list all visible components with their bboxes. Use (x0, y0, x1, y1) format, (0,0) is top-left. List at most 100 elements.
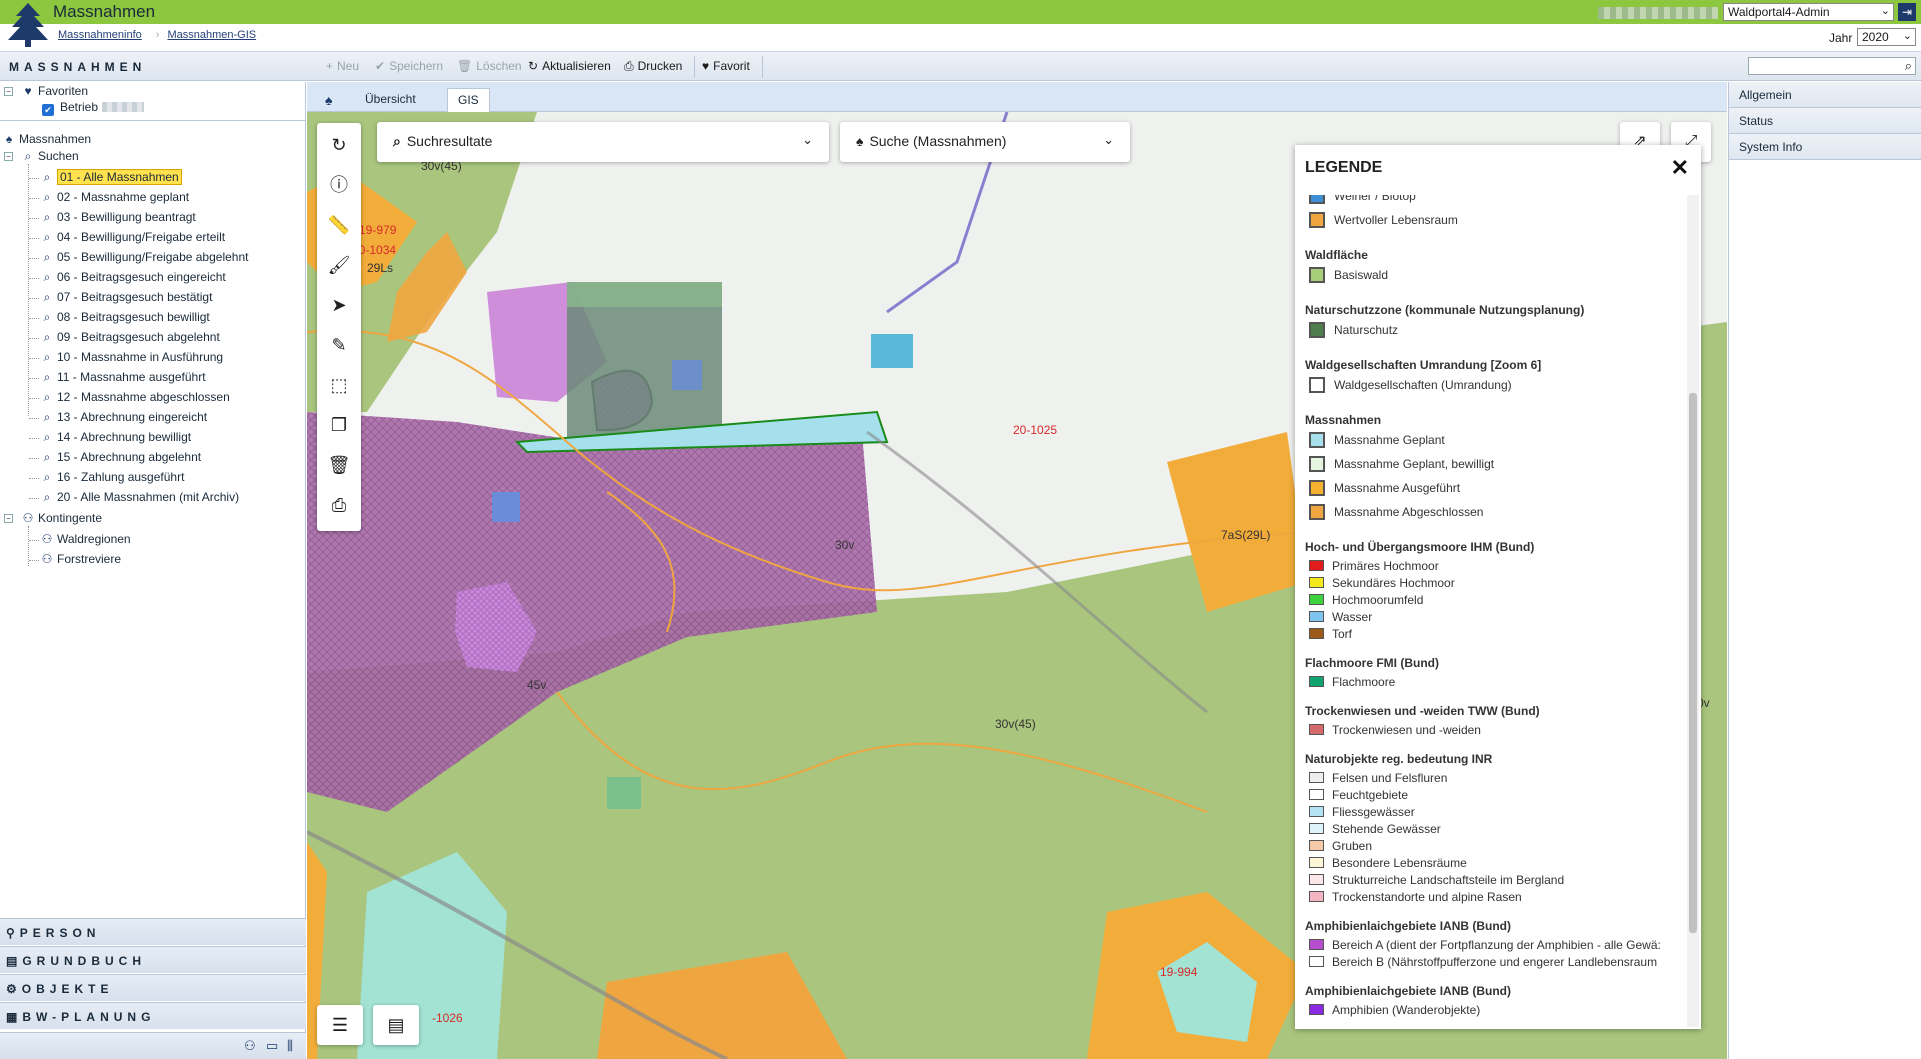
logout-button[interactable]: ⇥ (1898, 3, 1916, 21)
copy-shape-icon[interactable]: ❐ (317, 405, 361, 445)
tree-search-item[interactable]: ⌕ 14 - Abrechnung bewilligt (40, 430, 191, 445)
layers-icon[interactable]: ☰ (317, 1005, 363, 1045)
heart-icon: ♥ (24, 84, 32, 98)
measure-search-dropdown[interactable]: ♠ Suche (Massnahmen) ⌄ (840, 122, 1130, 162)
tree-small-icon: ♠ (325, 92, 333, 108)
tree-suchen[interactable]: ⌕ Suchen (21, 149, 79, 164)
tree-kontingente[interactable]: ⚇ Kontingente (21, 511, 102, 525)
legend-group-heading: Trockenwiesen und -weiden TWW (Bund) (1305, 704, 1540, 718)
app-header: Massnahmen Massnahmeninfo › Massnahmen-GIS… (0, 0, 1921, 49)
tree-search-item[interactable]: ⌕ 10 - Massnahme in Ausführung (40, 350, 223, 365)
tree-search-item[interactable]: ⌕ 01 - Alle Massnahmen (40, 169, 182, 185)
gis-map[interactable]: 30v(45) 19-979 20-1034 29Ls 20-1025 30v … (307, 112, 1727, 1059)
pencil-icon[interactable]: ✎ (317, 325, 361, 365)
right-panel-status[interactable]: Status (1729, 108, 1921, 134)
polygon-select-icon[interactable]: ⬚ (317, 365, 361, 405)
search-icon[interactable]: ⌕ (1905, 58, 1912, 74)
tree-search-item[interactable]: ⌕ 06 - Beitragsgesuch eingereicht (40, 270, 226, 285)
legend-scrollbar-thumb[interactable] (1689, 393, 1697, 933)
favorite-button[interactable]: ♥ Favorit (702, 59, 750, 73)
ruler-icon[interactable]: 📏 (317, 205, 361, 245)
tree-connector (29, 178, 39, 179)
accordion-person[interactable]: ⚲PERSON (0, 918, 306, 945)
legend-scrollbar[interactable] (1687, 195, 1699, 1027)
people-icon: ⚇ (22, 511, 34, 525)
tree-search-item[interactable]: ⌕ 11 - Massnahme ausgeführt (40, 370, 206, 385)
tree-search-item[interactable]: ⌕ 15 - Abrechnung abgelehnt (40, 450, 202, 465)
legend-group-heading: Massnahmen (1305, 413, 1382, 427)
pointer-icon[interactable]: ➤ (317, 285, 361, 325)
favorites-collapse-toggle[interactable]: − (4, 87, 13, 96)
tree-connector (29, 418, 39, 419)
tree-search-item[interactable]: ⌕ 03 - Bewilligung beantragt (40, 210, 196, 225)
right-panel-system-info[interactable]: System Info (1729, 134, 1921, 160)
legend-item: Wasser (1309, 610, 1372, 624)
monitor-icon[interactable]: ▭ (266, 1038, 278, 1054)
tree-search-item[interactable]: ⌕ 16 - Zahlung ausgeführt (40, 470, 185, 485)
tree-small-icon: ♠ (5, 132, 13, 146)
legend-item-label: Bereich B (Nährstoffpufferzone und enger… (1332, 955, 1658, 969)
tree-search-item[interactable]: ⌕ 05 - Bewilligung/Freigabe abgelehnt (40, 250, 249, 265)
accordion-bw-planung-label: BW-PLANUNG (22, 1010, 156, 1024)
tree-root-massnahmen[interactable]: ♠ Massnahmen (2, 132, 91, 146)
legend-item: Primäres Hochmoor (1309, 559, 1439, 573)
tab-home[interactable]: ♠ (317, 88, 340, 112)
legend-swatch (1309, 195, 1325, 204)
tree-favorite-betrieb-label: Betrieb (60, 100, 99, 114)
tab-uebersicht[interactable]: Übersicht (355, 88, 426, 112)
legend-group-heading: Amphibienlaichgebiete IANB (Bund) (1305, 984, 1512, 998)
tree-search-item-label: 12 - Massnahme abgeschlossen (57, 390, 230, 404)
tree-favorite-betrieb[interactable]: ✔ Betrieb (42, 100, 145, 116)
tree-search-item[interactable]: ⌕ 07 - Beitragsgesuch bestätigt (40, 290, 213, 305)
close-icon[interactable]: ✕ (1671, 155, 1689, 181)
legend-item: Massnahme Geplant, bewilligt (1309, 456, 1494, 472)
refresh-icon[interactable]: ↻ (317, 125, 361, 165)
tab-gis[interactable]: GIS (447, 88, 490, 112)
delete-button[interactable]: 🗑 Löschen (457, 59, 522, 73)
tree-search-item[interactable]: ⌕ 09 - Beitragsgesuch abgelehnt (40, 330, 220, 345)
tree-search-item[interactable]: ⌕ 08 - Beitragsgesuch bewilligt (40, 310, 210, 325)
tree-connector (29, 238, 39, 239)
tree-search-item[interactable]: ⌕ 13 - Abrechnung eingereicht (40, 410, 207, 425)
accordion-grundbuch[interactable]: ▤GRUNDBUCH (0, 946, 306, 973)
accordion-objekte[interactable]: ⚙OBJEKTE (0, 974, 306, 1001)
legend-item: Massnahme Abgeschlossen (1309, 504, 1483, 520)
legend-item: Felsen und Felsfluren (1309, 771, 1447, 785)
brush-icon[interactable]: 🖌 (317, 245, 361, 285)
save-button[interactable]: ✔ Speichern (375, 59, 443, 73)
checkbox-checked-icon[interactable]: ✔ (42, 104, 54, 116)
tree-search-item-label: 07 - Beitragsgesuch bestätigt (57, 290, 213, 304)
tree-favorites[interactable]: ♥ Favoriten (21, 84, 88, 98)
tree-waldregionen[interactable]: ⚇ Waldregionen (40, 532, 131, 546)
right-panel-allgemein[interactable]: Allgemein (1729, 82, 1921, 108)
sliders-icon[interactable]: ⫼ (287, 1038, 293, 1054)
breadcrumb-massnahmen-gis[interactable]: Massnahmen-GIS (167, 29, 256, 41)
year-select[interactable]: 2020 ⌄ (1857, 28, 1916, 46)
tree-search-item[interactable]: ⌕ 02 - Massnahme geplant (40, 190, 189, 205)
print-button[interactable]: ⎙ Drucken (624, 59, 682, 74)
trash-icon[interactable]: 🗑 (317, 445, 361, 485)
tree-search-item-label: 09 - Beitragsgesuch abgelehnt (57, 330, 220, 344)
portal-select[interactable]: Waldportal4-Admin ⌄ (1723, 3, 1894, 21)
search-results-dropdown[interactable]: ⌕ Suchresultate ⌄ (377, 122, 829, 162)
search-icon: ⌕ (43, 250, 51, 264)
tree-search-item[interactable]: ⌕ 20 - Alle Massnahmen (mit Archiv) (40, 490, 239, 505)
breadcrumb-massnahmeninfo[interactable]: Massnahmeninfo (58, 29, 142, 41)
accordion-bw-planung[interactable]: ▦BW-PLANUNG (0, 1002, 306, 1029)
chevron-down-icon: ⌄ (1103, 132, 1114, 147)
new-button[interactable]: + Neu (326, 59, 359, 73)
legend-list-icon[interactable]: ▤ (373, 1005, 419, 1045)
printer-icon[interactable]: ⎙ (317, 485, 361, 525)
global-search-input[interactable]: ⌕ (1748, 57, 1916, 75)
tree-search-item[interactable]: ⌕ 12 - Massnahme abgeschlossen (40, 390, 230, 405)
suchen-collapse-toggle[interactable]: − (4, 152, 13, 161)
users-icon[interactable]: ⚇ (244, 1038, 256, 1054)
info-icon[interactable]: ⓘ (317, 165, 361, 205)
kontingente-collapse-toggle[interactable]: − (4, 514, 13, 523)
tree-search-item[interactable]: ⌕ 04 - Bewilligung/Freigabe erteilt (40, 230, 225, 245)
tree-forstreviere[interactable]: ⚇ Forstreviere (40, 552, 121, 566)
refresh-button[interactable]: ↻ Aktualisieren (528, 59, 611, 73)
legend-body[interactable]: Weiher / Biotop Wertvoller Lebensraum Wald… (1295, 195, 1685, 1027)
printer-icon: ⎙ (624, 59, 634, 73)
search-icon: ⌕ (393, 133, 401, 149)
